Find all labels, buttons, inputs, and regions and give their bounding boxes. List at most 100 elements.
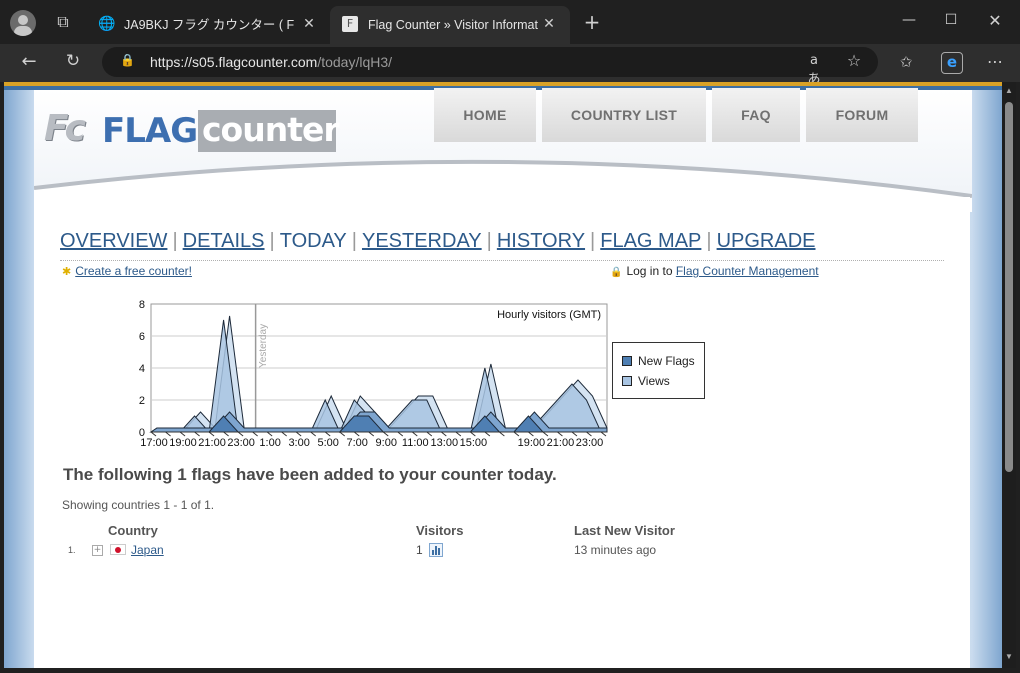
x-tick-label: 21:00 <box>198 437 226 449</box>
tab-separator: | <box>351 230 357 252</box>
section-tabs: OVERVIEW | DETAILS | TODAY | YESTERDAY | HISTORY… <box>60 230 816 256</box>
baseline-tick <box>586 431 592 437</box>
baseline-tick <box>165 431 171 437</box>
row-number: 1. <box>68 545 76 555</box>
japan-flag-icon <box>110 544 126 555</box>
tab-separator: | <box>486 230 492 252</box>
x-tick-label: 17:00 <box>140 437 168 449</box>
baseline-tick <box>528 431 534 437</box>
baseline-tick <box>455 431 462 437</box>
tab-today-current: TODAY <box>279 230 347 252</box>
last-new-visitor: 13 minutes ago <box>574 543 657 557</box>
lock-icon: 🔒 <box>610 267 623 278</box>
baseline-tick <box>324 431 331 437</box>
nav-home[interactable]: HOME <box>434 88 536 142</box>
baseline-tick <box>179 431 186 437</box>
chart-legend: New Flags Views <box>612 342 705 399</box>
tab-yesterday[interactable]: YESTERDAY <box>362 230 482 252</box>
flag-counter-favicon-icon: F <box>342 16 358 32</box>
x-tick-label: 19:00 <box>518 437 546 449</box>
url-text[interactable]: https://s05.flagcounter.com/today/lqH3/ <box>150 53 392 71</box>
x-tick-label: 21:00 <box>547 437 575 449</box>
tab-history[interactable]: HISTORY <box>497 230 585 252</box>
chart-y-ticks: 02468 <box>139 299 145 439</box>
new-tab-icon[interactable]: + <box>580 11 604 35</box>
window-close-icon[interactable]: ✕ <box>984 11 1006 33</box>
scroll-down-icon[interactable]: ▼ <box>1004 652 1014 662</box>
close-tab-icon[interactable]: ✕ <box>540 15 558 33</box>
tab-overview[interactable]: OVERVIEW <box>60 230 167 252</box>
baseline-tick <box>600 431 607 437</box>
tab-details[interactable]: DETAILS <box>183 230 265 252</box>
vertical-scrollbar[interactable]: ▲ ▼ <box>1002 82 1016 668</box>
favorites-icon[interactable]: ✩ <box>896 53 916 73</box>
tab-flag-map[interactable]: FLAG MAP <box>600 230 701 252</box>
legend-swatch-views <box>622 376 632 386</box>
baseline-tick <box>208 431 215 437</box>
y-tick-label: 6 <box>139 331 145 343</box>
column-header-country: Country <box>108 523 158 538</box>
baseline-tick <box>557 431 563 437</box>
copilot-icon[interactable]: e <box>941 52 963 74</box>
back-icon[interactable]: ← <box>18 51 40 73</box>
nav-forum[interactable]: FORUM <box>806 88 918 142</box>
baseline-tick <box>484 431 491 437</box>
x-tick-label: 23:00 <box>227 437 255 449</box>
baseline-tick <box>411 431 418 437</box>
url-host: https://s05.flagcounter.com <box>150 54 318 70</box>
baseline-tick <box>499 431 505 437</box>
visitor-count: 1 <box>416 543 423 557</box>
nav-country-list[interactable]: COUNTRY LIST <box>542 88 706 142</box>
favorite-star-icon[interactable]: ☆ <box>844 51 864 71</box>
x-tick-label: 3:00 <box>288 437 309 449</box>
bar-chart-icon[interactable] <box>429 543 443 557</box>
minimize-icon[interactable]: — <box>898 12 920 32</box>
read-aloud-icon[interactable]: aあ <box>804 53 824 87</box>
workspaces-icon[interactable]: ⧉ <box>52 12 74 34</box>
tab-separator: | <box>269 230 275 252</box>
tab-ja9bkj[interactable]: 🌐 JA9BKJ フラグ カウンター ( FLAG coun ✕ <box>86 6 330 44</box>
column-header-visitors: Visitors <box>416 523 464 538</box>
profile-icon[interactable] <box>10 10 36 36</box>
baseline-tick <box>237 431 244 437</box>
more-icon[interactable]: ⋯ <box>984 52 1006 72</box>
refresh-icon[interactable]: ↻ <box>62 51 84 73</box>
close-tab-icon[interactable]: ✕ <box>300 15 318 33</box>
maximize-icon[interactable]: ☐ <box>940 12 962 32</box>
tab-flag-counter[interactable]: F Flag Counter » Visitor Information ✕ <box>330 6 570 44</box>
x-tick-label: 15:00 <box>460 437 488 449</box>
tab-bar: ⧉ 🌐 JA9BKJ フラグ カウンター ( FLAG coun ✕ F Fla… <box>0 0 1020 44</box>
baseline-tick <box>194 431 200 437</box>
tab-separator: | <box>590 230 596 252</box>
chart-x-ticks: 19:00 21:00 23:00 1:00 3:00 5:00 7:00 9:00 11:00… <box>140 437 603 449</box>
scroll-thumb[interactable] <box>1005 102 1013 472</box>
x-tick-label: 13:00 <box>431 437 459 449</box>
logo-fc-mark: Fc <box>44 108 86 149</box>
login-line: 🔒 Log in to Flag Counter Management <box>610 264 819 278</box>
expand-icon[interactable]: + <box>92 545 103 556</box>
country-link[interactable]: Japan <box>131 543 164 557</box>
flag-counter-logo[interactable]: Fc FLAG counter <box>44 106 340 154</box>
x-tick-label: 19:00 <box>169 437 197 449</box>
login-management-link[interactable]: Flag Counter Management <box>676 264 819 278</box>
baseline-tick <box>470 431 476 437</box>
sparkle-icon: ✱ <box>62 266 72 278</box>
tab-upgrade[interactable]: UPGRADE <box>717 230 816 252</box>
nav-faq[interactable]: FAQ <box>712 88 800 142</box>
x-tick-label: 9:00 <box>376 437 397 449</box>
tab-title: JA9BKJ フラグ カウンター ( FLAG coun <box>124 18 294 32</box>
baseline-tick <box>150 431 157 437</box>
lock-icon[interactable]: 🔒 <box>120 53 135 69</box>
create-counter-link[interactable]: Create a free counter! <box>75 264 192 278</box>
baseline-tick <box>281 431 287 437</box>
baseline-tick <box>426 431 433 437</box>
baseline-tick <box>368 431 375 437</box>
flags-added-heading: The following 1 flags have been added to… <box>63 465 557 484</box>
url-field[interactable]: 🔒 https://s05.flagcounter.com/today/lqH3… <box>102 47 878 87</box>
tab-separator: | <box>706 230 712 252</box>
scroll-up-icon[interactable]: ▲ <box>1004 86 1014 96</box>
logo-flag-text: FLAG <box>102 111 198 151</box>
baseline-tick <box>339 431 346 437</box>
y-tick-label: 8 <box>139 299 145 311</box>
legend-swatch-new-flags <box>622 356 632 366</box>
